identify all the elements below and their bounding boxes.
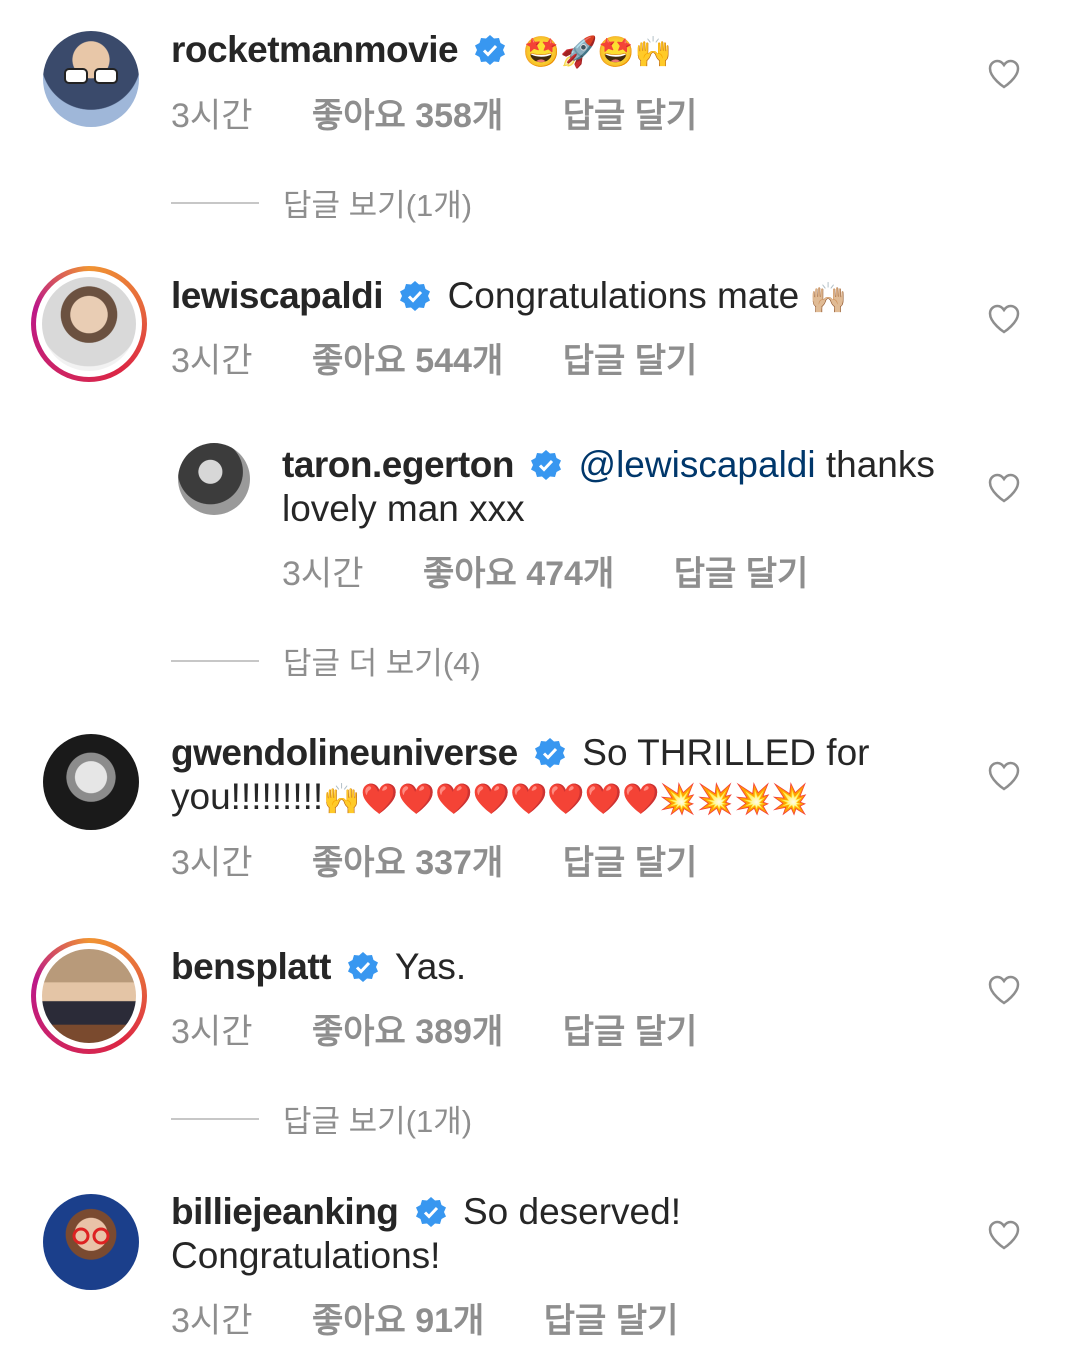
- heart-icon[interactable]: [987, 760, 1021, 792]
- likes-count[interactable]: 좋아요 474개: [423, 555, 614, 593]
- username[interactable]: billiejeanking: [171, 1191, 399, 1232]
- view-replies-button[interactable]: 답글 보기(1개): [171, 180, 472, 225]
- verified-badge-icon: [475, 35, 506, 65]
- divider-line: [171, 659, 259, 662]
- username[interactable]: rocketmanmovie: [171, 29, 459, 70]
- view-more-replies-button[interactable]: 답글 더 보기(4): [171, 638, 481, 683]
- reply-button[interactable]: 답글 달기: [563, 844, 698, 882]
- likes-count[interactable]: 좋아요 358개: [312, 97, 503, 135]
- reply-button[interactable]: 답글 달기: [563, 97, 698, 135]
- comment-time: 3시간: [171, 844, 253, 882]
- avatar[interactable]: [36, 24, 146, 134]
- verified-badge-icon: [534, 738, 565, 768]
- comment-time: 3시간: [171, 1013, 253, 1051]
- comment-time: 3시간: [282, 555, 364, 593]
- comment-emoji: 🙌❤️❤️❤️❤️❤️❤️❤️❤️💥💥💥💥: [323, 783, 809, 816]
- username[interactable]: gwendolineuniverse: [171, 732, 518, 773]
- username[interactable]: lewiscapaldi: [171, 275, 384, 316]
- likes-count[interactable]: 좋아요 91개: [312, 1302, 484, 1340]
- divider-line: [171, 201, 259, 204]
- comment-time: 3시간: [171, 1302, 253, 1340]
- reply-button[interactable]: 답글 달기: [563, 1013, 698, 1051]
- verified-badge-icon: [415, 1197, 446, 1227]
- heart-icon[interactable]: [987, 974, 1021, 1006]
- mention-link[interactable]: @lewiscapaldi: [579, 444, 816, 485]
- divider-line: [171, 1117, 259, 1120]
- comment-time: 3시간: [171, 342, 253, 380]
- avatar[interactable]: [31, 938, 147, 1054]
- username[interactable]: bensplatt: [171, 946, 331, 987]
- view-replies-label: 답글 보기(1개): [283, 188, 473, 223]
- avatar[interactable]: [176, 441, 252, 517]
- view-replies-label: 답글 보기(1개): [283, 1104, 473, 1139]
- comment-emoji: 🤩🚀🤩🙌: [522, 36, 673, 69]
- heart-icon[interactable]: [987, 58, 1021, 90]
- heart-icon[interactable]: [987, 303, 1021, 335]
- view-replies-label: 답글 더 보기(4): [283, 646, 481, 681]
- verified-badge-icon: [348, 952, 379, 982]
- heart-icon[interactable]: [987, 1219, 1021, 1251]
- comment-time: 3시간: [171, 97, 253, 135]
- avatar[interactable]: [36, 1187, 146, 1297]
- view-replies-button[interactable]: 답글 보기(1개): [171, 1096, 472, 1141]
- avatar[interactable]: [31, 266, 147, 382]
- likes-count[interactable]: 좋아요 389개: [312, 1013, 503, 1051]
- comment-emoji: 🙌🏼: [809, 282, 847, 315]
- reply-button[interactable]: 답글 달기: [544, 1302, 679, 1340]
- reply-button[interactable]: 답글 달기: [674, 555, 809, 593]
- verified-badge-icon: [531, 450, 562, 480]
- comment-text: Yas.: [394, 946, 467, 987]
- verified-badge-icon: [400, 281, 431, 311]
- avatar[interactable]: [36, 727, 146, 837]
- likes-count[interactable]: 좋아요 544개: [312, 342, 503, 380]
- reply-button[interactable]: 답글 달기: [563, 342, 698, 380]
- likes-count[interactable]: 좋아요 337개: [312, 844, 503, 882]
- comment-text: Congratulations mate: [447, 275, 800, 316]
- username[interactable]: taron.egerton: [282, 444, 514, 485]
- heart-icon[interactable]: [987, 472, 1021, 504]
